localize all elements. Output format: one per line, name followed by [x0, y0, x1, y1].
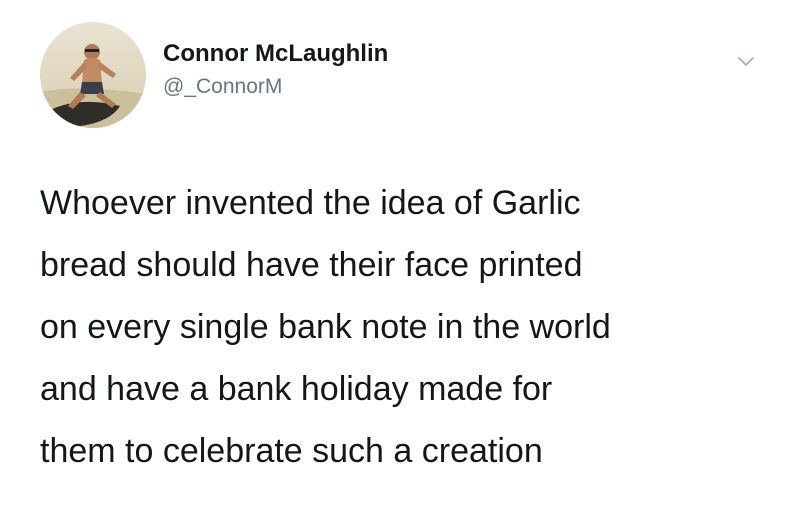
avatar[interactable]	[40, 22, 146, 128]
tweet-text-line: Whoever invented the idea of Garlic	[40, 184, 581, 222]
user-info: Connor McLaughlin @_ConnorM	[163, 40, 388, 100]
tweet-card: Connor McLaughlin @_ConnorM Whoever inve…	[0, 0, 800, 510]
tweet-text-line: them to celebrate such a creation	[40, 432, 543, 470]
tweet-text: Whoever invented the idea of Garlic brea…	[40, 172, 780, 482]
display-name[interactable]: Connor McLaughlin	[163, 40, 388, 68]
tweet-text-line: bread should have their face printed	[40, 246, 583, 284]
avatar-photo	[40, 22, 146, 128]
tweet-text-line: on every single bank note in the world	[40, 308, 611, 346]
chevron-down-icon[interactable]	[731, 46, 761, 76]
tweet-text-line: and have a bank holiday made for	[40, 370, 553, 408]
user-handle[interactable]: @_ConnorM	[163, 74, 388, 100]
